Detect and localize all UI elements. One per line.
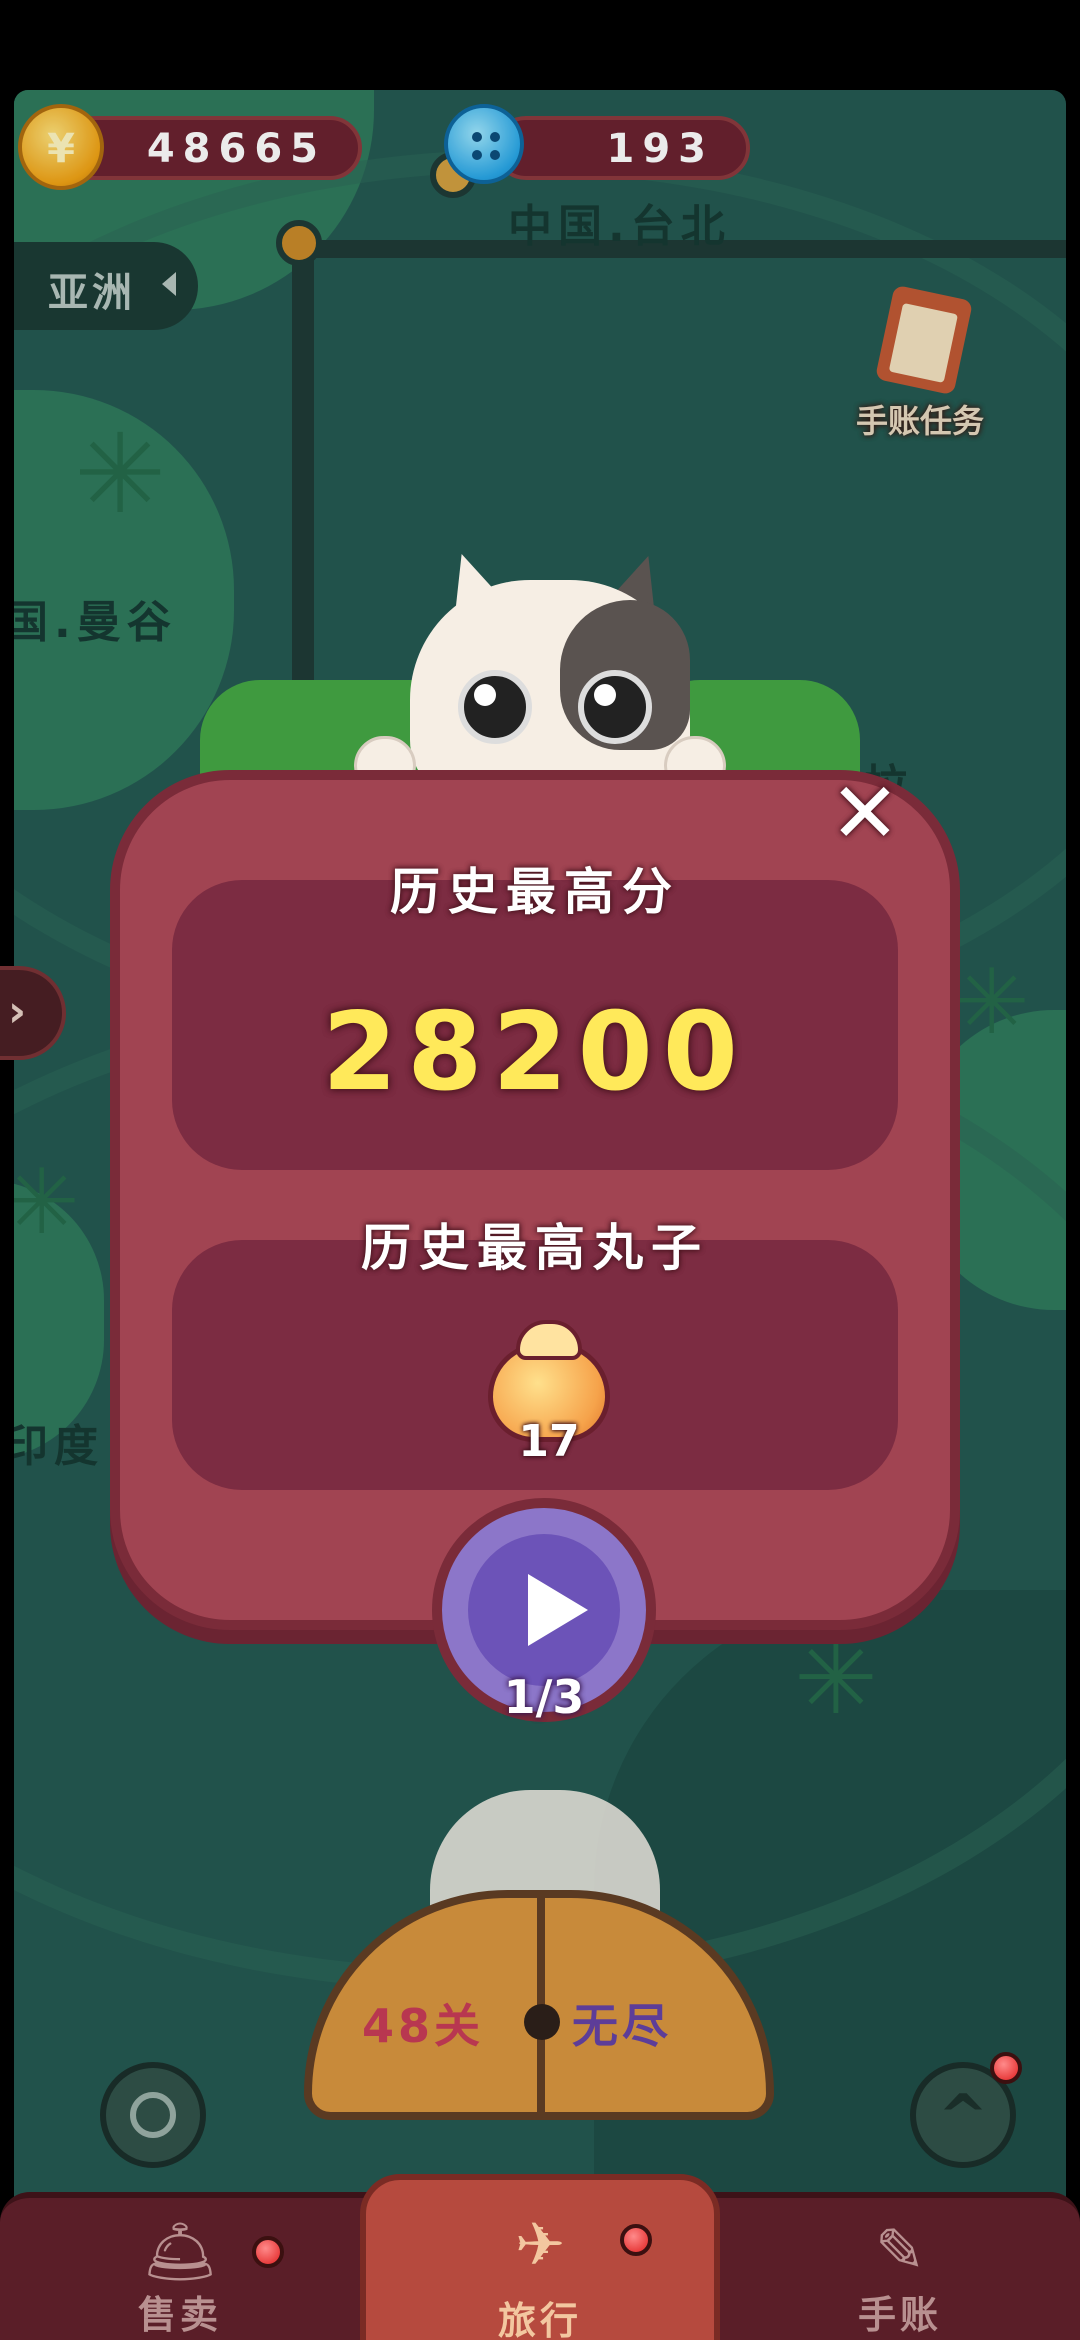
level-mode-button[interactable]: 48关: [362, 1990, 484, 2056]
close-icon: ✕: [829, 764, 901, 862]
nav-item-sell[interactable]: 🛎 售卖: [0, 2198, 360, 2340]
bell-icon: 🛎: [141, 2217, 219, 2287]
notification-dot: [620, 2224, 652, 2256]
high-dumpling-title: 历史最高丸子: [361, 1219, 709, 1277]
dumpling-count: 17: [518, 1416, 580, 1467]
chevron-up-icon: ^: [937, 2082, 989, 2152]
high-score-title: 历史最高分: [390, 863, 680, 921]
play-button[interactable]: 1/3: [432, 1498, 656, 1724]
plays-remaining: 1/3: [503, 1670, 585, 1724]
endless-mode-button[interactable]: 无尽: [572, 1990, 672, 2056]
selector-knob-icon: [524, 2004, 560, 2040]
bottom-nav: 🛎 售卖 ✈ 旅行 ✎ 手账: [0, 2174, 1080, 2340]
nav-label-journal: 手账: [857, 2293, 942, 2337]
nav-item-journal[interactable]: ✎ 手账: [720, 2198, 1080, 2340]
notification-dot: [252, 2236, 284, 2268]
locate-button[interactable]: [100, 2062, 206, 2168]
close-button[interactable]: ✕: [820, 764, 910, 862]
nav-label-sell: 售卖: [137, 2293, 222, 2337]
journal-icon: ✎: [874, 2216, 926, 2286]
high-score-value: 28200: [322, 990, 748, 1115]
target-icon: [130, 2092, 176, 2138]
travel-icon: ✈: [514, 2210, 566, 2280]
nav-item-travel[interactable]: ✈ 旅行: [360, 2174, 720, 2340]
notification-dot: [990, 2052, 1022, 2084]
cat-mascot: [354, 542, 726, 800]
nav-label-travel: 旅行: [497, 2299, 582, 2340]
dumpling-icon: 17: [484, 1320, 614, 1467]
game-screen: ✳ ✳ ✳ ✳ 中国.台北 国.曼谷 尼拉 印度 48665 ¥ 193 亚洲 …: [0, 0, 1080, 2340]
play-icon: [528, 1574, 588, 1646]
